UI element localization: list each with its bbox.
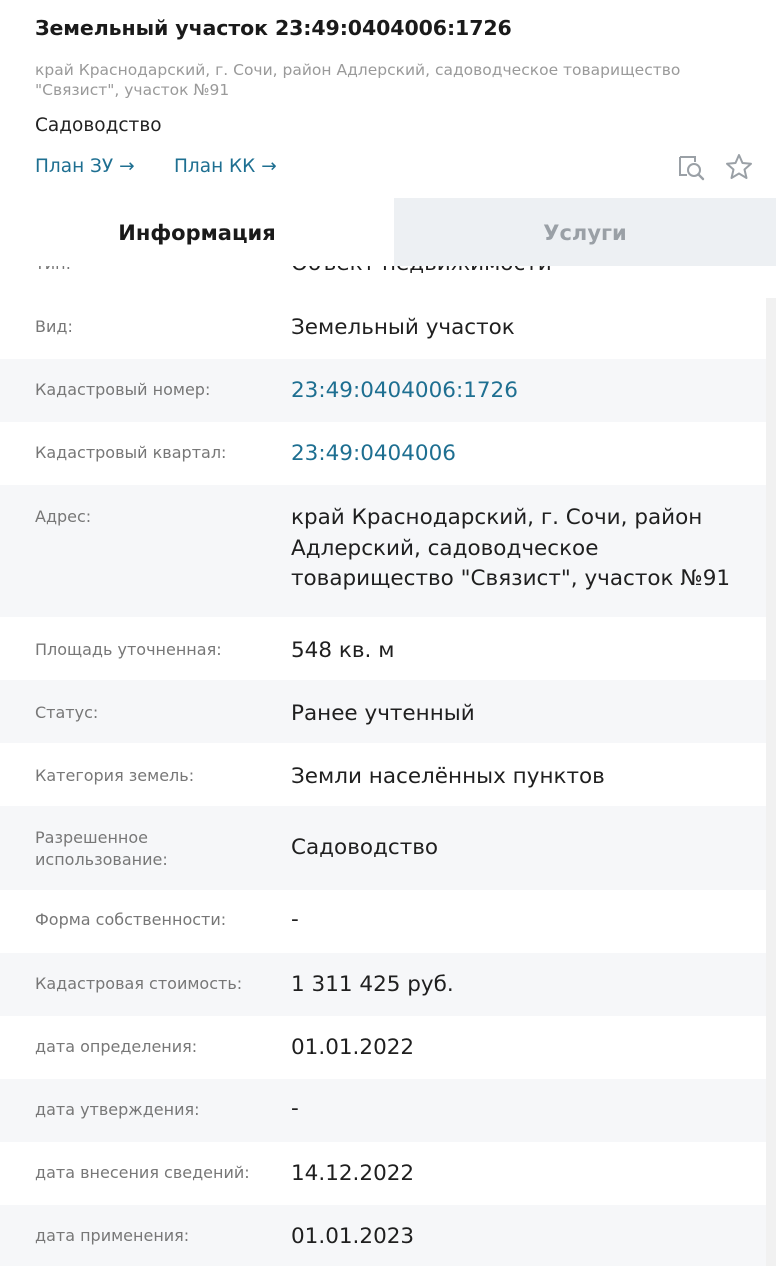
plan-kk-link[interactable]: План КК →	[174, 156, 277, 177]
row-entry-date: дата внесения сведений: 14.12.2022	[0, 1142, 766, 1205]
tab-bar: Информация Услуги	[0, 198, 776, 266]
row-cadastral-quarter: Кадастровый квартал: 23:49:0404006	[0, 422, 766, 485]
row-value: Земельный участок	[291, 315, 515, 340]
row-label: Статус:	[35, 703, 99, 722]
row-label: Площадь уточненная:	[35, 640, 222, 659]
row-value: -	[291, 907, 299, 932]
row-value: -	[291, 1096, 299, 1121]
cadastral-quarter-link[interactable]: 23:49:0404006	[291, 439, 761, 469]
page-title: Земельный участок 23:49:0404006:1726	[35, 16, 512, 40]
row-label: Кадастровая стоимость:	[35, 974, 243, 993]
row-value: 548 кв. м	[291, 638, 395, 663]
row-label: Вид:	[35, 317, 73, 336]
row-value: 1 311 425 руб.	[291, 972, 454, 997]
row-approval-date: дата утверждения: -	[0, 1079, 766, 1142]
row-label: дата применения:	[35, 1226, 190, 1245]
row-land-category: Категория земель: Земли населённых пункт…	[0, 743, 766, 806]
row-label: Форма собственности:	[35, 910, 227, 929]
row-label: Кадастровый номер:	[35, 380, 211, 399]
row-value: Земли населённых пунктов	[291, 764, 605, 789]
object-purpose: Садоводство	[35, 115, 162, 136]
star-icon[interactable]	[724, 152, 754, 182]
row-cadastral-value: Кадастровая стоимость: 1 311 425 руб.	[0, 953, 766, 1016]
row-value: 14.12.2022	[291, 1161, 415, 1186]
row-ownership: Форма собственности: -	[0, 890, 766, 953]
tab-services[interactable]: Услуги	[394, 198, 776, 266]
row-permitted-use: Разрешенное использование: Садоводство	[0, 806, 766, 890]
row-cadastral-number: Кадастровый номер: 23:49:0404006:1726	[0, 359, 766, 422]
row-label: Разрешенное использование:	[35, 828, 168, 869]
cadastral-number-link[interactable]: 23:49:0404006:1726	[291, 376, 761, 406]
row-kind: Вид: Земельный участок	[0, 296, 766, 359]
row-label: дата определения:	[35, 1037, 198, 1056]
tab-information[interactable]: Информация	[0, 198, 394, 266]
row-determination-date: дата определения: 01.01.2022	[0, 1016, 766, 1079]
row-label: Категория земель:	[35, 766, 195, 785]
scrollbar[interactable]	[766, 298, 776, 1266]
row-value: 01.01.2023	[291, 1224, 415, 1249]
document-search-icon[interactable]	[676, 152, 706, 182]
row-area: Площадь уточненная: 548 кв. м	[0, 617, 766, 680]
row-label: дата внесения сведений:	[35, 1163, 250, 1182]
plan-zu-link[interactable]: План ЗУ →	[35, 156, 135, 177]
row-type: Тип: Объект недвижимости	[0, 266, 766, 296]
row-status: Статус: Ранее учтенный	[0, 680, 766, 743]
row-value: край Краснодарский, г. Сочи, район Адлер…	[291, 505, 731, 591]
row-value: 01.01.2022	[291, 1035, 415, 1060]
row-value: Ранее учтенный	[291, 701, 475, 726]
info-table: Тип: Объект недвижимости Вид: Земельный …	[0, 266, 766, 1266]
row-label: Кадастровый квартал:	[35, 443, 227, 462]
row-application-date: дата применения: 01.01.2023	[0, 1205, 766, 1266]
row-address: Адрес: край Краснодарский, г. Сочи, райо…	[0, 485, 766, 617]
object-address: край Краснодарский, г. Сочи, район Адлер…	[35, 61, 681, 99]
object-header: Земельный участок 23:49:0404006:1726 кра…	[0, 0, 776, 198]
row-label: дата утверждения:	[35, 1100, 200, 1119]
row-label: Адрес:	[35, 507, 92, 526]
row-value: Объект недвижимости	[291, 266, 761, 279]
row-label: Тип:	[35, 266, 275, 275]
row-value: Садоводство	[291, 835, 439, 860]
